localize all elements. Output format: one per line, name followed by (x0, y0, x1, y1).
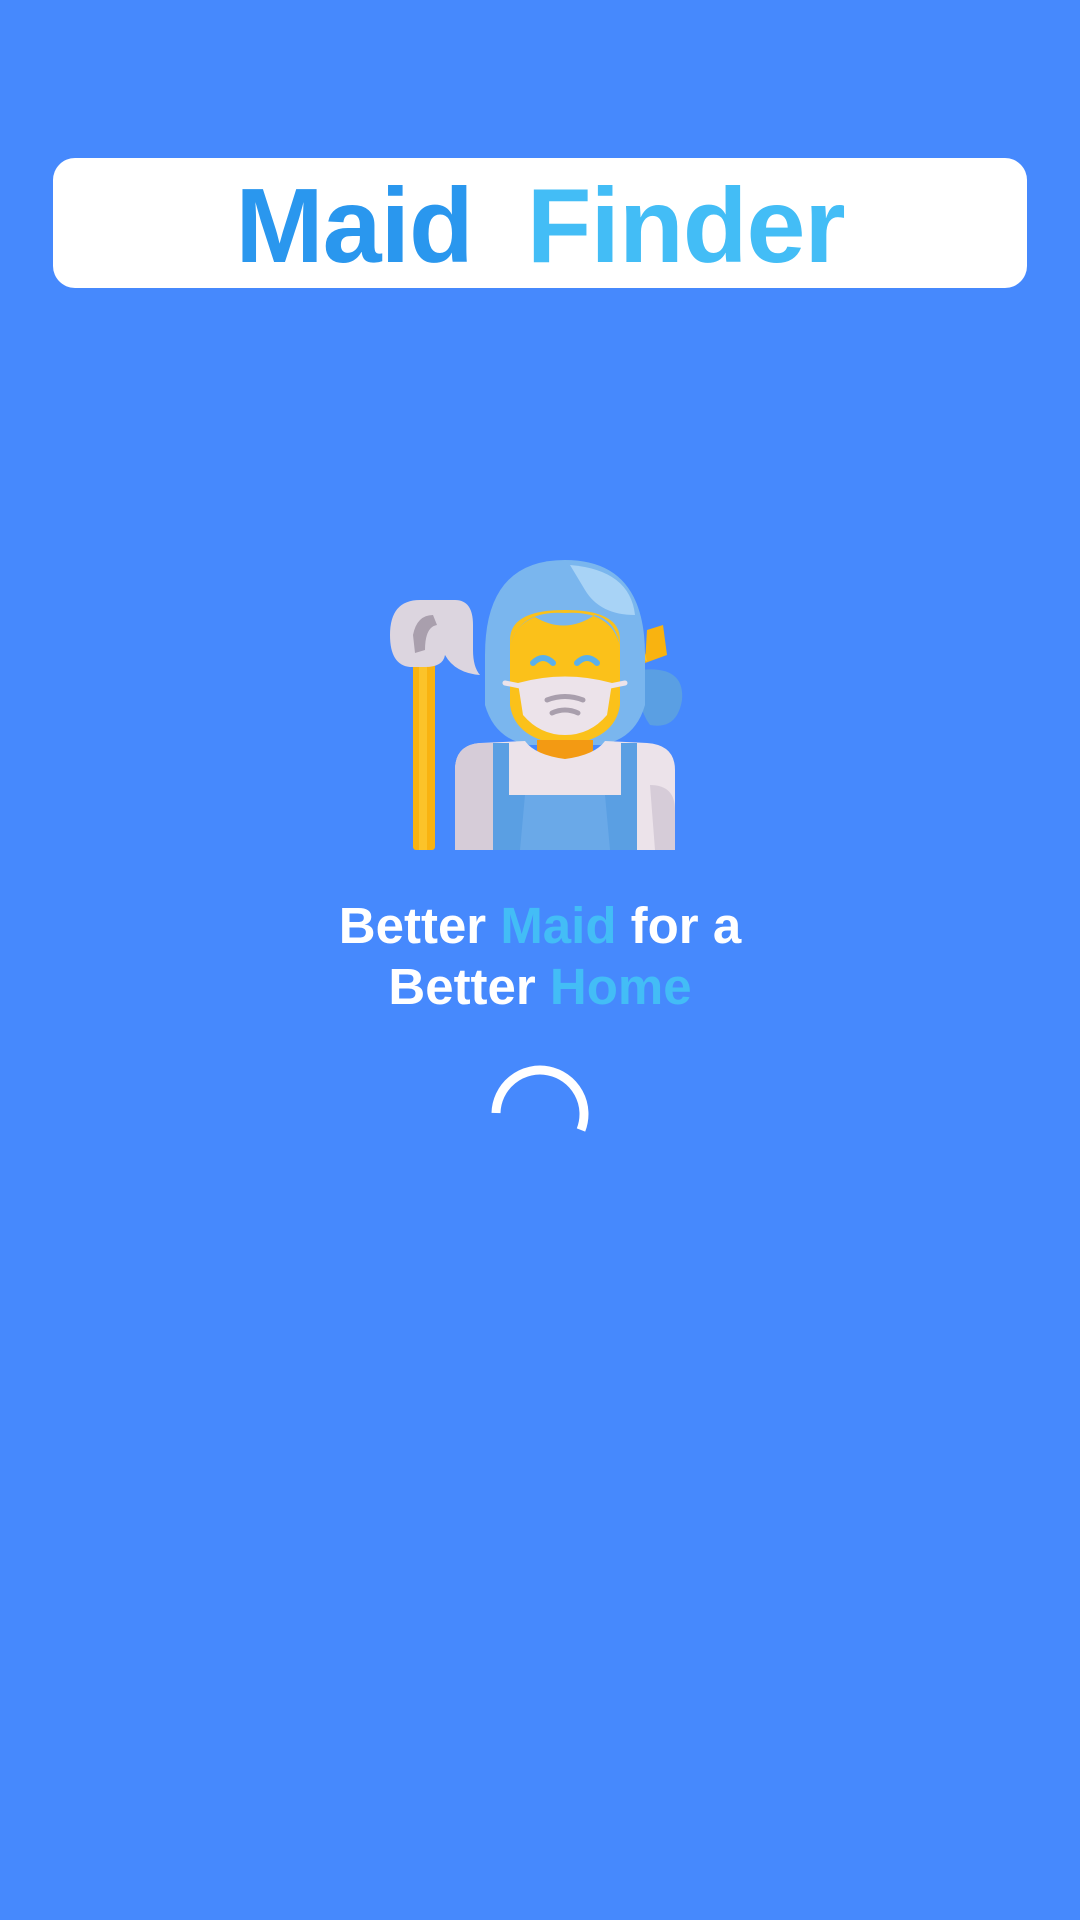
tagline-line2-accent: Home (549, 958, 692, 1015)
tagline-line1-suffix: for a (630, 897, 742, 954)
app-title-word-maid: Maid (235, 167, 473, 285)
tagline-line-1: Better Maid for a (240, 895, 840, 956)
app-title-card: Maid Finder (53, 158, 1027, 288)
tagline-line1-accent: Maid (500, 897, 617, 954)
tagline: Better Maid for a Better Home (240, 895, 840, 1017)
maid-with-mop-icon (390, 560, 683, 850)
app-title: Maid Finder (235, 173, 845, 279)
app-title-word-finder: Finder (526, 167, 846, 285)
tagline-line1-prefix: Better (338, 897, 487, 954)
tagline-line2-prefix: Better (388, 958, 536, 1015)
tagline-line-2: Better Home (240, 956, 840, 1017)
loading-spinner-icon (491, 1065, 589, 1132)
